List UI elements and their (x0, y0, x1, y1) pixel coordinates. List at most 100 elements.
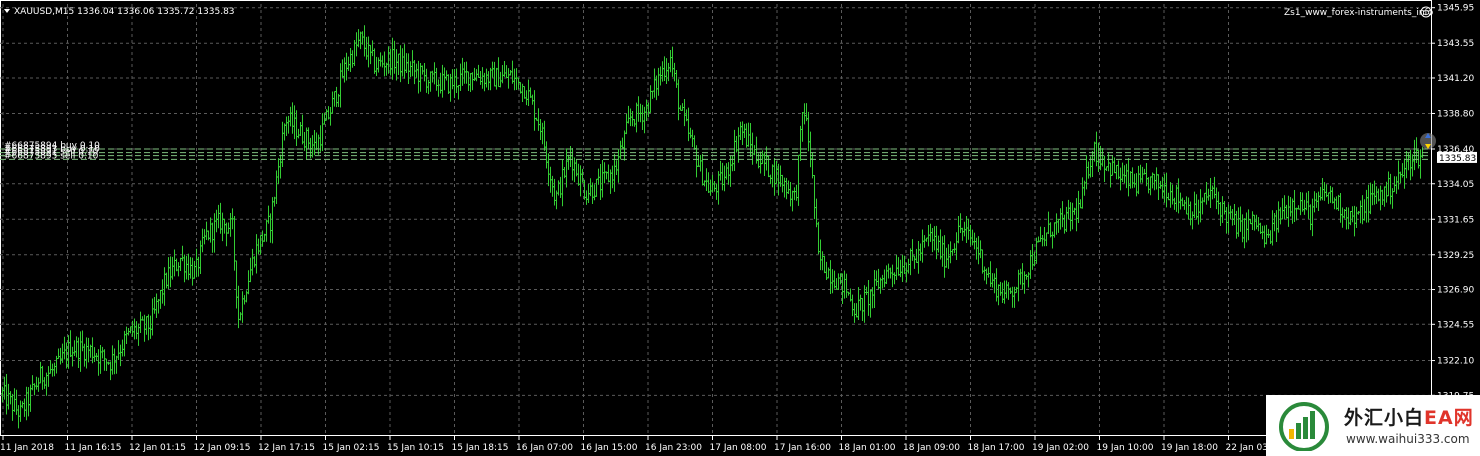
ohlc-bar (299, 121, 302, 136)
ohlc-bar (403, 44, 406, 79)
ohlc-bar (603, 162, 606, 184)
ohlc-bar (965, 215, 968, 243)
ohlc-bar (537, 108, 540, 131)
x-tick-label: 16 Jan 07:00 (516, 443, 573, 453)
ohlc-bar (525, 90, 528, 106)
ohlc-bar (717, 171, 720, 205)
ohlc-bar (641, 104, 644, 131)
ohlc-bar (915, 248, 918, 263)
ohlc-bar (77, 337, 80, 369)
ohlc-bar (1271, 210, 1274, 246)
ohlc-bar (225, 222, 228, 247)
ohlc-bar (1003, 280, 1006, 304)
ohlc-bar (181, 245, 184, 262)
ohlc-bar (1237, 207, 1240, 237)
x-tick-label: 16 Jan 15:00 (581, 443, 638, 453)
ohlc-bar (955, 232, 958, 261)
ohlc-bar (415, 63, 418, 78)
ohlc-bar (53, 362, 56, 377)
ohlc-bar (239, 312, 242, 321)
ohlc-bar (881, 274, 884, 289)
ohlc-bar (45, 372, 48, 396)
ohlc-bar (279, 154, 282, 179)
ohlc-bar (155, 293, 158, 319)
ohlc-bar (113, 348, 116, 375)
ohlc-bar (933, 226, 936, 251)
x-tick-label: 17 Jan 08:00 (710, 443, 767, 453)
ohlc-bar (425, 68, 428, 93)
ohlc-bar (565, 148, 568, 188)
ohlc-bar (1291, 198, 1294, 224)
ohlc-bar (277, 158, 280, 185)
ohlc-bar (267, 205, 270, 224)
ohlc-bar (99, 345, 102, 374)
ohlc-bar (179, 257, 182, 272)
ohlc-bar (1185, 196, 1188, 215)
ohlc-bar (351, 50, 354, 68)
ohlc-bar (1399, 171, 1402, 184)
ohlc-bar (1255, 214, 1258, 230)
ohlc-bar (1049, 222, 1052, 238)
ohlc-bar (885, 265, 888, 285)
ohlc-bar (1365, 189, 1368, 223)
ohlc-bar (1295, 207, 1298, 221)
chart-menu-triangle-icon[interactable] (4, 9, 10, 13)
ohlc-bar (547, 153, 550, 187)
ohlc-bar (887, 263, 890, 279)
ohlc-bar (151, 298, 154, 336)
ohlc-bar (17, 405, 20, 429)
price-chart[interactable]: #66875894 buy 0.10#66875893 buy 0.10#668… (0, 0, 1480, 456)
ohlc-bar (807, 111, 810, 152)
ohlc-bar (993, 273, 996, 294)
ohlc-bar (1307, 190, 1310, 219)
ohlc-bar (1311, 198, 1314, 237)
ohlc-bar (1205, 181, 1208, 205)
ohlc-bar (1225, 206, 1228, 234)
ohlc-bar (1363, 199, 1366, 221)
ohlc-bar (1329, 185, 1332, 203)
ohlc-bar (607, 164, 610, 183)
ohlc-bar (321, 113, 324, 151)
ohlc-bar (905, 262, 908, 283)
ohlc-bar (1057, 218, 1060, 233)
ohlc-bar (617, 149, 620, 183)
ohlc-bar (285, 116, 288, 136)
ohlc-bar (907, 258, 910, 274)
bar-chart-logo-icon (1279, 402, 1329, 451)
ohlc-bar (671, 46, 674, 77)
ohlc-bar (699, 155, 702, 172)
ohlc-bar (1243, 218, 1246, 249)
ohlc-bar (701, 153, 704, 186)
ohlc-bar (817, 221, 820, 255)
ohlc-bar (377, 57, 380, 73)
ohlc-bar (1231, 209, 1234, 226)
ohlc-bar (897, 257, 900, 276)
ohlc-bar (1419, 149, 1422, 179)
ohlc-bar (433, 62, 436, 85)
ohlc-bar (1087, 161, 1090, 179)
ohlc-bar (997, 284, 1000, 306)
ohlc-bar (193, 260, 196, 279)
ohlc-bar (59, 347, 62, 365)
trade-marker-icons[interactable] (1420, 133, 1436, 149)
ohlc-bar (1355, 206, 1358, 229)
ohlc-bar (41, 365, 44, 390)
order-lines[interactable]: #66875894 buy 0.10#66875893 buy 0.10#668… (0, 141, 1431, 161)
ohlc-bar (1045, 232, 1048, 247)
ohlc-bar (1179, 192, 1182, 210)
ohlc-bar (1125, 163, 1128, 189)
order-label: #66875895 sell 0.10 (4, 151, 99, 161)
ohlc-bar (71, 346, 74, 367)
ohlc-bar (979, 240, 982, 259)
ohlc-bar (5, 374, 8, 415)
ohlc-bar (457, 84, 460, 100)
ohlc-bar (505, 65, 508, 78)
y-tick-label: 1331.65 (1437, 215, 1474, 225)
ohlc-bar (953, 243, 956, 254)
ohlc-bar (1341, 207, 1344, 228)
ohlc-bar (937, 235, 940, 253)
ohlc-bar (409, 61, 412, 77)
current-price-tag: 1335.83 (1437, 151, 1477, 164)
ohlc-bar (625, 113, 628, 135)
y-tick-label: 1329.25 (1437, 251, 1474, 261)
